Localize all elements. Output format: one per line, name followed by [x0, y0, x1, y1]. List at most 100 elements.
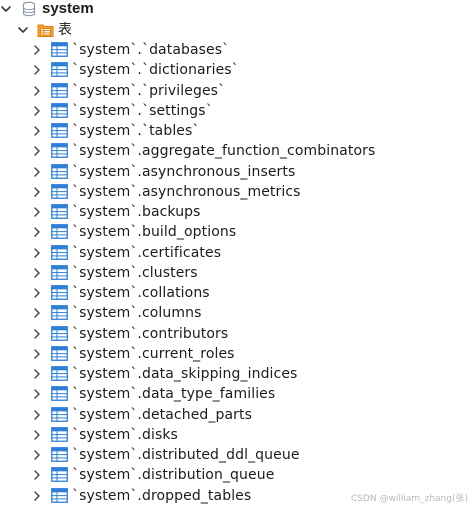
chevron-right-icon[interactable] [31, 287, 43, 299]
table-list-item[interactable]: `system`.collations [0, 283, 474, 303]
table-list-item[interactable]: `system`.build_options [0, 222, 474, 242]
table-icon [51, 325, 68, 341]
chevron-right-icon[interactable] [31, 105, 43, 117]
table-icon [51, 386, 68, 402]
table-icon [51, 285, 68, 300]
table-icon [51, 305, 68, 321]
table-icon [51, 183, 68, 199]
tree-node-tables-folder[interactable]: 表 [0, 20, 474, 40]
table-label: `system`.dropped_tables [72, 487, 252, 504]
chevron-right-icon[interactable] [31, 64, 43, 76]
table-list-item[interactable]: `system`.`dictionaries` [0, 60, 474, 80]
chevron-right-icon[interactable] [31, 206, 43, 218]
chevron-right-icon[interactable] [31, 429, 43, 441]
tables-folder-label: 表 [58, 22, 72, 38]
table-icon [51, 264, 68, 280]
table-list-item[interactable]: `system`.contributors [0, 324, 474, 344]
chevron-right-icon[interactable] [31, 388, 43, 400]
chevron-right-icon[interactable] [31, 145, 43, 157]
table-folder-icon [37, 22, 54, 38]
table-icon [51, 366, 68, 381]
table-list-item[interactable]: `system`.detached_parts [0, 405, 474, 425]
database-label: system [42, 0, 94, 17]
table-label: `system`.columns [72, 305, 202, 322]
chevron-down-icon[interactable] [17, 24, 29, 36]
chevron-right-icon[interactable] [31, 125, 43, 137]
table-list-item[interactable]: `system`.distributed_ddl_queue [0, 445, 474, 465]
chevron-right-icon[interactable] [31, 85, 43, 97]
table-label: `system`.`databases` [72, 42, 230, 58]
watermark-text: CSDN @william_zhang(张) [350, 494, 468, 504]
chevron-right-icon[interactable] [31, 449, 43, 461]
table-label: `system`.aggregate_function_combinators [72, 143, 376, 160]
table-label: `system`.collations [72, 285, 210, 301]
table-list-item[interactable]: `system`.distribution_queue [0, 465, 474, 485]
chevron-right-icon[interactable] [31, 409, 43, 421]
table-list-item[interactable]: `system`.data_type_families [0, 384, 474, 404]
table-icon [51, 102, 68, 118]
tree-node-database[interactable]: system [0, 0, 474, 18]
table-icon [51, 224, 68, 240]
table-list-item[interactable]: `system`.`settings` [0, 101, 474, 121]
table-label: `system`.backups [72, 204, 201, 220]
table-label: `system`.disks [72, 426, 178, 443]
table-label: `system`.distribution_queue [72, 467, 275, 484]
table-icon [51, 62, 68, 78]
table-list-item[interactable]: `system`.backups [0, 202, 474, 222]
database-icon [21, 1, 37, 17]
table-icon [51, 426, 68, 442]
table-label: `system`.contributors [72, 325, 229, 342]
chevron-right-icon[interactable] [31, 226, 43, 238]
chevron-right-icon[interactable] [31, 348, 43, 360]
table-list-item[interactable]: `system`.current_roles [0, 344, 474, 364]
table-label: `system`.current_roles [72, 345, 235, 362]
table-label: `system`.`tables` [72, 123, 200, 139]
table-list-item[interactable]: `system`.disks [0, 425, 474, 445]
table-icon [51, 406, 68, 422]
table-label: `system`.build_options [72, 224, 237, 241]
table-icon [51, 143, 68, 159]
table-list-item[interactable]: `system`.aggregate_function_combinators [0, 141, 474, 161]
chevron-right-icon[interactable] [31, 247, 43, 259]
table-list-item[interactable]: `system`.asynchronous_metrics [0, 182, 474, 202]
table-list-item[interactable]: `system`.`databases` [0, 40, 474, 60]
table-list-item[interactable]: `system`.data_skipping_indices [0, 364, 474, 384]
chevron-right-icon[interactable] [31, 166, 43, 178]
table-list-item[interactable]: `system`.clusters [0, 263, 474, 283]
table-icon [51, 467, 68, 483]
table-icon [51, 123, 68, 138]
table-icon [51, 163, 68, 179]
table-label: `system`.asynchronous_metrics [72, 183, 301, 200]
table-label: `system`.clusters [72, 264, 198, 281]
chevron-right-icon[interactable] [31, 267, 43, 279]
chevron-right-icon[interactable] [31, 368, 43, 380]
chevron-right-icon[interactable] [31, 490, 43, 502]
table-label: `system`.`privileges` [72, 82, 226, 99]
table-label: `system`.detached_parts [72, 406, 253, 423]
table-label: `system`.`dictionaries` [72, 62, 239, 79]
table-icon [51, 82, 68, 98]
table-icon [51, 345, 68, 361]
table-label: `system`.certificates [72, 244, 222, 261]
table-icon [51, 42, 68, 57]
chevron-right-icon[interactable] [31, 307, 43, 319]
table-list-item[interactable]: `system`.certificates [0, 243, 474, 263]
table-list-item[interactable]: `system`.columns [0, 303, 474, 323]
table-icon [51, 487, 68, 503]
table-label: `system`.data_type_families [72, 386, 276, 403]
table-label: `system`.asynchronous_inserts [72, 163, 296, 180]
table-list-item[interactable]: `system`.`tables` [0, 121, 474, 141]
chevron-right-icon[interactable] [31, 328, 43, 340]
table-label: `system`.`settings` [72, 102, 213, 119]
table-list-item[interactable]: `system`.`privileges` [0, 81, 474, 101]
table-icon [51, 204, 68, 219]
table-icon [51, 447, 68, 462]
table-list-item[interactable]: `system`.asynchronous_inserts [0, 162, 474, 182]
chevron-right-icon[interactable] [31, 186, 43, 198]
table-label: `system`.data_skipping_indices [72, 366, 298, 382]
chevron-down-icon[interactable] [0, 3, 12, 15]
chevron-right-icon[interactable] [31, 469, 43, 481]
chevron-right-icon[interactable] [31, 44, 43, 56]
table-icon [51, 244, 68, 260]
table-label: `system`.distributed_ddl_queue [72, 447, 300, 463]
